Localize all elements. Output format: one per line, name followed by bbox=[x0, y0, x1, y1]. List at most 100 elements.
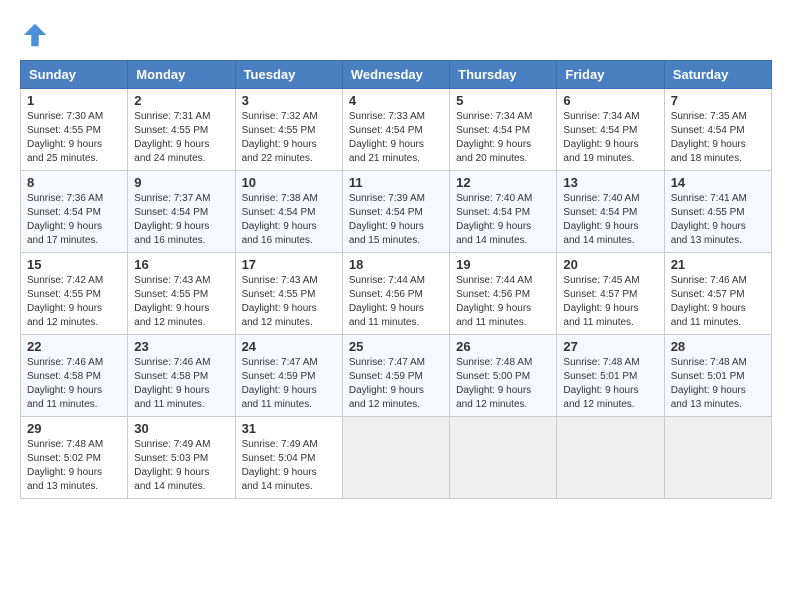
day-number: 9 bbox=[134, 175, 228, 190]
day-number: 27 bbox=[563, 339, 657, 354]
calendar-day-cell bbox=[450, 417, 557, 499]
day-number: 30 bbox=[134, 421, 228, 436]
calendar-day-cell: 8Sunrise: 7:36 AMSunset: 4:54 PMDaylight… bbox=[21, 171, 128, 253]
calendar-day-cell: 19 Sunrise: 7:44 AMSunset: 4:56 PMDayligh… bbox=[450, 253, 557, 335]
calendar-day-cell: 9 Sunrise: 7:37 AMSunset: 4:54 PMDaylight… bbox=[128, 171, 235, 253]
day-number: 31 bbox=[242, 421, 336, 436]
calendar-header-row: SundayMondayTuesdayWednesdayThursdayFrid… bbox=[21, 61, 772, 89]
calendar-day-cell: 15 Sunrise: 7:42 AMSunset: 4:55 PMDayligh… bbox=[21, 253, 128, 335]
day-info: Sunrise: 7:41 AMSunset: 4:55 PMDaylight:… bbox=[671, 192, 765, 248]
day-number: 24 bbox=[242, 339, 336, 354]
calendar-day-cell bbox=[664, 417, 771, 499]
page-header bbox=[20, 20, 772, 50]
day-number: 20 bbox=[563, 257, 657, 272]
calendar-day-cell: 4 Sunrise: 7:33 AMSunset: 4:54 PMDaylight… bbox=[342, 89, 449, 171]
day-info: Sunrise: 7:34 AMSunset: 4:54 PMDaylight:… bbox=[456, 110, 550, 166]
day-info: Sunrise: 7:44 AMSunset: 4:56 PMDaylight:… bbox=[456, 274, 550, 330]
day-number: 4 bbox=[349, 93, 443, 108]
day-info: Sunrise: 7:48 AMSunset: 5:02 PMDaylight:… bbox=[27, 438, 121, 494]
calendar-day-cell: 31Sunrise: 7:49 AMSunset: 5:04 PMDayligh… bbox=[235, 417, 342, 499]
day-info: Sunrise: 7:36 AMSunset: 4:54 PMDaylight:… bbox=[27, 192, 121, 248]
day-number: 17 bbox=[242, 257, 336, 272]
day-number: 12 bbox=[456, 175, 550, 190]
calendar-day-cell: 17Sunrise: 7:43 AMSunset: 4:55 PMDayligh… bbox=[235, 253, 342, 335]
calendar-day-cell: 3 Sunrise: 7:32 AMSunset: 4:55 PMDaylight… bbox=[235, 89, 342, 171]
calendar-table: SundayMondayTuesdayWednesdayThursdayFrid… bbox=[20, 60, 772, 499]
calendar-day-cell bbox=[342, 417, 449, 499]
day-info: Sunrise: 7:30 AMSunset: 4:55 PMDaylight:… bbox=[27, 110, 121, 166]
day-number: 23 bbox=[134, 339, 228, 354]
calendar-day-cell: 28Sunrise: 7:48 AMSunset: 5:01 PMDayligh… bbox=[664, 335, 771, 417]
day-number: 26 bbox=[456, 339, 550, 354]
day-info: Sunrise: 7:31 AMSunset: 4:55 PMDaylight:… bbox=[134, 110, 228, 166]
calendar-day-cell: 25 Sunrise: 7:47 AMSunset: 4:59 PMDayligh… bbox=[342, 335, 449, 417]
day-number: 18 bbox=[349, 257, 443, 272]
calendar-day-cell: 23 Sunrise: 7:46 AMSunset: 4:58 PMDayligh… bbox=[128, 335, 235, 417]
calendar-week-row: 15 Sunrise: 7:42 AMSunset: 4:55 PMDayligh… bbox=[21, 253, 772, 335]
day-number: 1 bbox=[27, 93, 121, 108]
calendar-week-row: 1 Sunrise: 7:30 AMSunset: 4:55 PMDaylight… bbox=[21, 89, 772, 171]
logo bbox=[20, 20, 52, 50]
calendar-header-tuesday: Tuesday bbox=[235, 61, 342, 89]
calendar-day-cell bbox=[557, 417, 664, 499]
day-info: Sunrise: 7:33 AMSunset: 4:54 PMDaylight:… bbox=[349, 110, 443, 166]
day-info: Sunrise: 7:48 AMSunset: 5:01 PMDaylight:… bbox=[563, 356, 657, 412]
day-number: 2 bbox=[134, 93, 228, 108]
calendar-day-cell: 7Sunrise: 7:35 AMSunset: 4:54 PMDaylight… bbox=[664, 89, 771, 171]
day-info: Sunrise: 7:44 AMSunset: 4:56 PMDaylight:… bbox=[349, 274, 443, 330]
day-number: 3 bbox=[242, 93, 336, 108]
day-info: Sunrise: 7:40 AMSunset: 4:54 PMDaylight:… bbox=[563, 192, 657, 248]
calendar-day-cell: 24Sunrise: 7:47 AMSunset: 4:59 PMDayligh… bbox=[235, 335, 342, 417]
calendar-day-cell: 16Sunrise: 7:43 AMSunset: 4:55 PMDayligh… bbox=[128, 253, 235, 335]
day-info: Sunrise: 7:39 AMSunset: 4:54 PMDaylight:… bbox=[349, 192, 443, 248]
day-info: Sunrise: 7:40 AMSunset: 4:54 PMDaylight:… bbox=[456, 192, 550, 248]
calendar-day-cell: 6Sunrise: 7:34 AMSunset: 4:54 PMDaylight… bbox=[557, 89, 664, 171]
calendar-week-row: 29 Sunrise: 7:48 AMSunset: 5:02 PMDayligh… bbox=[21, 417, 772, 499]
calendar-day-cell: 14 Sunrise: 7:41 AMSunset: 4:55 PMDayligh… bbox=[664, 171, 771, 253]
day-info: Sunrise: 7:38 AMSunset: 4:54 PMDaylight:… bbox=[242, 192, 336, 248]
calendar-day-cell: 26 Sunrise: 7:48 AMSunset: 5:00 PMDayligh… bbox=[450, 335, 557, 417]
day-info: Sunrise: 7:46 AMSunset: 4:58 PMDaylight:… bbox=[27, 356, 121, 412]
calendar-day-cell: 1 Sunrise: 7:30 AMSunset: 4:55 PMDaylight… bbox=[21, 89, 128, 171]
day-number: 7 bbox=[671, 93, 765, 108]
day-info: Sunrise: 7:49 AMSunset: 5:03 PMDaylight:… bbox=[134, 438, 228, 494]
calendar-day-cell: 12 Sunrise: 7:40 AMSunset: 4:54 PMDayligh… bbox=[450, 171, 557, 253]
day-number: 29 bbox=[27, 421, 121, 436]
calendar-day-cell: 11 Sunrise: 7:39 AMSunset: 4:54 PMDayligh… bbox=[342, 171, 449, 253]
day-number: 13 bbox=[563, 175, 657, 190]
calendar-day-cell: 21 Sunrise: 7:46 AMSunset: 4:57 PMDayligh… bbox=[664, 253, 771, 335]
calendar-day-cell: 2 Sunrise: 7:31 AMSunset: 4:55 PMDaylight… bbox=[128, 89, 235, 171]
day-info: Sunrise: 7:46 AMSunset: 4:57 PMDaylight:… bbox=[671, 274, 765, 330]
day-number: 19 bbox=[456, 257, 550, 272]
calendar-header-thursday: Thursday bbox=[450, 61, 557, 89]
day-number: 11 bbox=[349, 175, 443, 190]
day-number: 6 bbox=[563, 93, 657, 108]
calendar-day-cell: 18 Sunrise: 7:44 AMSunset: 4:56 PMDayligh… bbox=[342, 253, 449, 335]
day-number: 21 bbox=[671, 257, 765, 272]
calendar-day-cell: 20 Sunrise: 7:45 AMSunset: 4:57 PMDayligh… bbox=[557, 253, 664, 335]
calendar-day-cell: 10Sunrise: 7:38 AMSunset: 4:54 PMDayligh… bbox=[235, 171, 342, 253]
day-number: 25 bbox=[349, 339, 443, 354]
day-info: Sunrise: 7:37 AMSunset: 4:54 PMDaylight:… bbox=[134, 192, 228, 248]
calendar-day-cell: 29 Sunrise: 7:48 AMSunset: 5:02 PMDayligh… bbox=[21, 417, 128, 499]
day-number: 5 bbox=[456, 93, 550, 108]
day-number: 15 bbox=[27, 257, 121, 272]
day-number: 22 bbox=[27, 339, 121, 354]
day-info: Sunrise: 7:48 AMSunset: 5:01 PMDaylight:… bbox=[671, 356, 765, 412]
calendar-day-cell: 5 Sunrise: 7:34 AMSunset: 4:54 PMDaylight… bbox=[450, 89, 557, 171]
day-info: Sunrise: 7:45 AMSunset: 4:57 PMDaylight:… bbox=[563, 274, 657, 330]
day-number: 14 bbox=[671, 175, 765, 190]
calendar-week-row: 22 Sunrise: 7:46 AMSunset: 4:58 PMDayligh… bbox=[21, 335, 772, 417]
calendar-day-cell: 27 Sunrise: 7:48 AMSunset: 5:01 PMDayligh… bbox=[557, 335, 664, 417]
day-info: Sunrise: 7:42 AMSunset: 4:55 PMDaylight:… bbox=[27, 274, 121, 330]
day-info: Sunrise: 7:43 AMSunset: 4:55 PMDaylight:… bbox=[134, 274, 228, 330]
day-info: Sunrise: 7:32 AMSunset: 4:55 PMDaylight:… bbox=[242, 110, 336, 166]
calendar-header-monday: Monday bbox=[128, 61, 235, 89]
calendar-header-wednesday: Wednesday bbox=[342, 61, 449, 89]
calendar-day-cell: 30 Sunrise: 7:49 AMSunset: 5:03 PMDayligh… bbox=[128, 417, 235, 499]
calendar-header-sunday: Sunday bbox=[21, 61, 128, 89]
day-info: Sunrise: 7:46 AMSunset: 4:58 PMDaylight:… bbox=[134, 356, 228, 412]
day-info: Sunrise: 7:48 AMSunset: 5:00 PMDaylight:… bbox=[456, 356, 550, 412]
calendar-header-saturday: Saturday bbox=[664, 61, 771, 89]
day-info: Sunrise: 7:47 AMSunset: 4:59 PMDaylight:… bbox=[349, 356, 443, 412]
